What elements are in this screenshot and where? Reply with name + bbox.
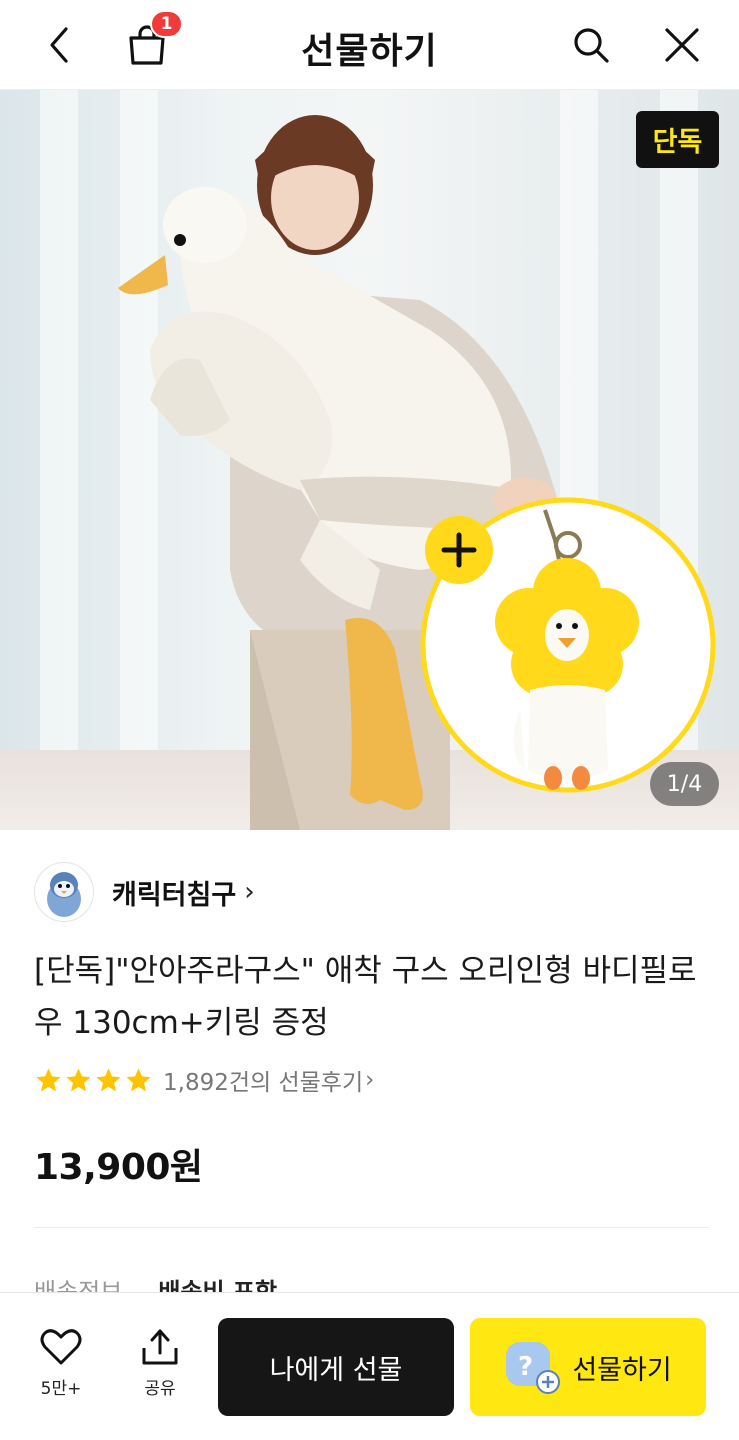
star-icon [36, 1067, 61, 1091]
share-label: 공유 [144, 1379, 176, 1399]
exclusive-badge: 단독 [636, 111, 719, 168]
bottom-action-bar: 5만+ 공유 나에게 선물 ? 선물하기 [0, 1292, 739, 1440]
close-button[interactable] [657, 20, 707, 70]
image-page-counter: 1/4 [650, 762, 719, 806]
star-icon [126, 1067, 151, 1091]
close-icon [665, 28, 699, 62]
product-photo [118, 115, 716, 830]
like-count: 5만+ [40, 1379, 82, 1399]
heart-icon [40, 1329, 82, 1365]
product-title: [단독]"안아주라구스" 애착 구스 오리인형 바디필로우 130cm+키링 증… [34, 953, 697, 1041]
top-header: 1 선물하기 [0, 0, 739, 90]
product-price: 13,900원 [34, 1147, 203, 1188]
svg-text:?: ? [518, 1352, 533, 1382]
page-title: 선물하기 [301, 31, 438, 72]
star-rating [34, 1066, 153, 1095]
chevron-right-icon: › [365, 1067, 375, 1093]
seller-name: 캐릭터침구 [112, 879, 237, 911]
review-summary-link[interactable]: 1,892건의 선물후기 › [34, 1063, 374, 1097]
star-icon [96, 1067, 121, 1091]
search-icon [574, 28, 609, 63]
seller-avatar [34, 862, 94, 922]
chevron-right-icon: › [244, 877, 255, 907]
send-gift-label: 선물하기 [572, 1354, 672, 1386]
penguin-mascot-icon [47, 872, 81, 917]
share-button[interactable]: 공유 [125, 1328, 195, 1399]
like-button[interactable]: 5만+ [26, 1328, 96, 1399]
star-icon [66, 1067, 91, 1091]
share-icon [142, 1329, 178, 1365]
seller-link[interactable]: 캐릭터침구 › [34, 862, 255, 922]
gift-question-icon: ? [506, 1342, 561, 1394]
divider [34, 1227, 709, 1228]
product-image-carousel[interactable]: 단독 1/4 [0, 90, 739, 830]
search-button[interactable] [566, 20, 616, 70]
gift-to-self-button[interactable]: 나에게 선물 [218, 1318, 454, 1416]
review-count: 1,892건의 선물후기 [163, 1070, 364, 1096]
send-gift-button[interactable]: ? 선물하기 [470, 1318, 706, 1416]
